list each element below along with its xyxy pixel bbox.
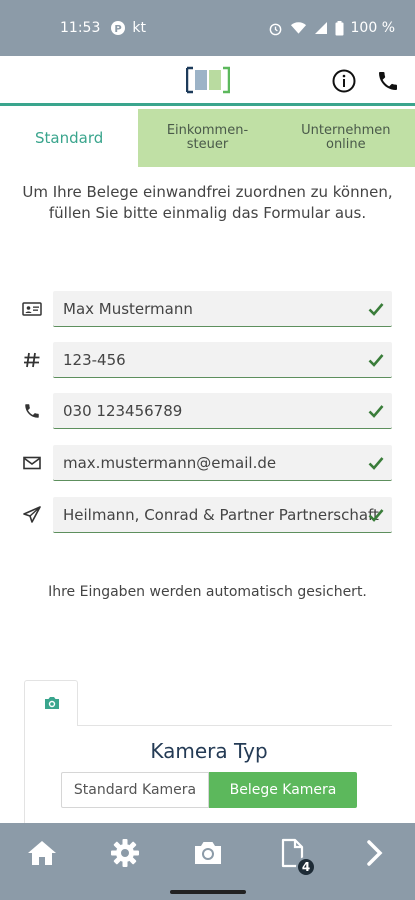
- standard-camera-button[interactable]: Standard Kamera: [61, 772, 209, 808]
- send-icon: [23, 506, 41, 523]
- phone-icon[interactable]: [376, 69, 400, 93]
- autosave-note: Ihre Eingaben werden automatisch gesiche…: [48, 584, 367, 600]
- checkmark-icon: [368, 457, 384, 470]
- info-icon[interactable]: [332, 69, 356, 93]
- battery-percent: 100 %: [350, 20, 395, 36]
- camera-panel: Kamera Typ Standard Kamera Belege Kamera: [24, 725, 392, 835]
- name-field-row: Max Mustermann: [0, 291, 415, 327]
- status-bar: 11:53 P kt 100 %: [0, 0, 415, 56]
- camera-icon: [45, 697, 59, 709]
- alarm-icon: [269, 23, 281, 35]
- camera-icon[interactable]: [192, 837, 224, 869]
- documents-count-badge: 4: [296, 857, 316, 877]
- tab-standard-label: Standard: [35, 129, 104, 147]
- phone-field-row: 030 123456789: [0, 393, 415, 429]
- app-notification-icon: P: [111, 21, 126, 35]
- battery-icon: [335, 20, 344, 35]
- tab-unternehmen-online[interactable]: Unternehmen online: [276, 109, 415, 167]
- phone-icon: [25, 404, 39, 418]
- checkmark-icon: [368, 405, 384, 418]
- id-card-icon: [22, 302, 42, 316]
- gear-icon[interactable]: [109, 837, 141, 869]
- client-number-input-value: 123-456: [63, 351, 126, 369]
- firm-field-row: Heilmann, Conrad & Partner Partnerschaft: [0, 497, 415, 533]
- wifi-icon: [290, 22, 306, 34]
- name-input-value: Max Mustermann: [63, 300, 193, 318]
- tab-unternehmen-online-label: Unternehmen online: [301, 123, 391, 152]
- home-indicator: [170, 890, 246, 894]
- hash-icon: [24, 352, 40, 368]
- client-number-input[interactable]: 123-456: [53, 342, 392, 378]
- bottom-navigation: 4: [0, 823, 415, 900]
- camera-type-toggle: Standard Kamera Belege Kamera: [61, 772, 357, 808]
- email-field-row: max.mustermann@email.de: [0, 445, 415, 481]
- checkmark-icon: [368, 354, 384, 367]
- camera-tab[interactable]: [24, 680, 78, 726]
- camera-type-title: Kamera Typ: [150, 739, 268, 763]
- chevron-right-icon[interactable]: [358, 837, 390, 869]
- number-field-row: 123-456: [0, 342, 415, 378]
- checkmark-icon: [368, 303, 384, 316]
- intro-text: Um Ihre Belege einwandfrei zuordnen zu k…: [22, 183, 393, 222]
- status-time: 11:53: [60, 20, 101, 36]
- svg-text:P: P: [115, 24, 122, 35]
- tab-einkommensteuer[interactable]: Einkommen-steuer: [138, 109, 277, 167]
- tab-bar: Standard Einkommen-steuer Unternehmen onl…: [0, 109, 415, 167]
- tab-standard[interactable]: Standard: [0, 109, 139, 167]
- mail-icon: [23, 456, 41, 470]
- email-input[interactable]: max.mustermann@email.de: [53, 445, 392, 481]
- checkmark-icon: [368, 509, 384, 522]
- firm-select[interactable]: Heilmann, Conrad & Partner Partnerschaft: [53, 497, 392, 533]
- signal-icon: [314, 22, 327, 34]
- camera-settings-card: Kamera Typ Standard Kamera Belege Kamera: [24, 680, 392, 835]
- app-logo: [186, 66, 230, 94]
- name-input[interactable]: Max Mustermann: [53, 291, 392, 327]
- phone-input[interactable]: 030 123456789: [53, 393, 392, 429]
- email-input-value: max.mustermann@email.de: [63, 454, 277, 472]
- firm-select-value: Heilmann, Conrad & Partner Partnerschaft: [63, 506, 379, 524]
- tab-einkommensteuer-label: Einkommen-steuer: [166, 123, 249, 152]
- app-header: [0, 56, 415, 106]
- phone-input-value: 030 123456789: [63, 402, 183, 420]
- status-carrier: kt: [132, 20, 146, 36]
- documents-button[interactable]: 4: [276, 837, 316, 877]
- belege-camera-button[interactable]: Belege Kamera: [209, 772, 357, 808]
- home-icon[interactable]: [26, 837, 58, 869]
